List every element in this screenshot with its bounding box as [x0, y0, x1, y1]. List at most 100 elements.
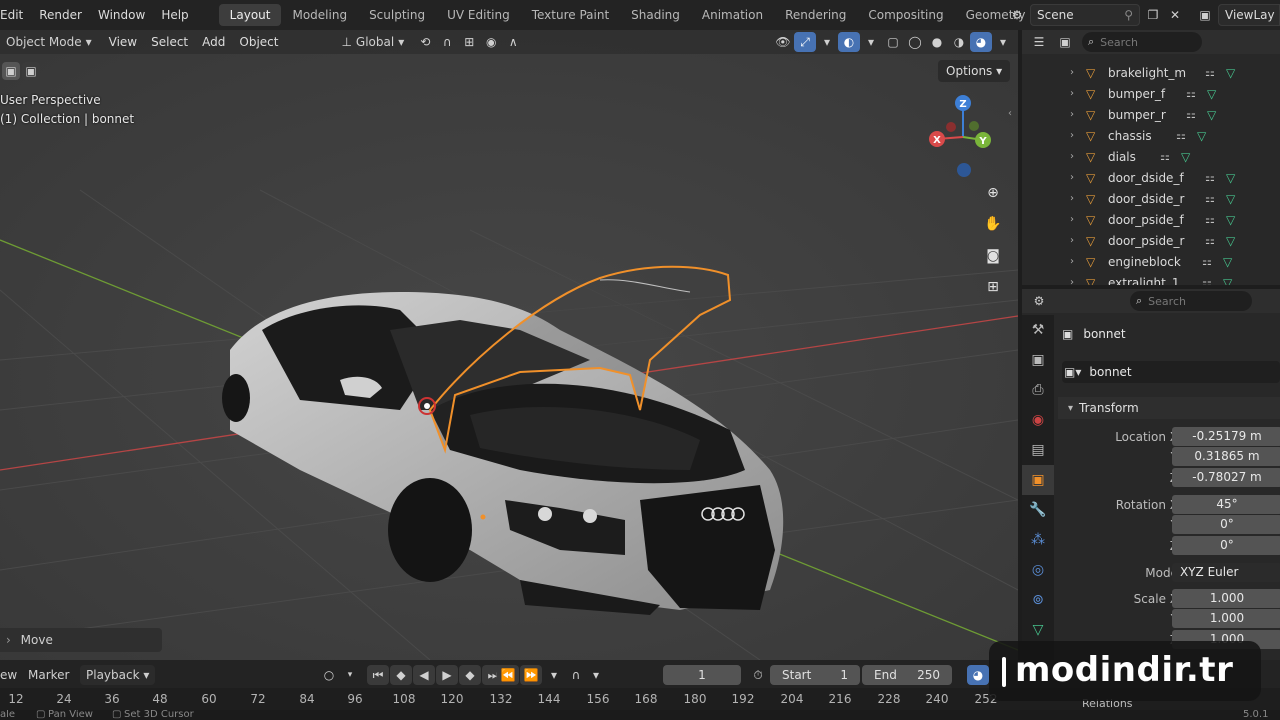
location-z-field[interactable]: -0.78027 m [1172, 468, 1280, 487]
delete-scene-icon[interactable]: ✕ [1166, 6, 1184, 24]
chevron-right-icon[interactable]: › [1070, 151, 1086, 162]
particles-tab-icon[interactable]: ⁂ [1022, 525, 1054, 555]
select-box-icon[interactable]: ▣ [2, 62, 20, 80]
tab-modeling[interactable]: Modeling [281, 4, 358, 26]
navigation-gizmo[interactable]: Z X Y [925, 90, 1005, 180]
chevron-right-icon[interactable]: › [1070, 88, 1086, 99]
select-extend-icon[interactable]: ▣ [22, 62, 40, 80]
menu-help[interactable]: Help [153, 0, 196, 30]
object-tab-icon[interactable]: ▣ [1022, 465, 1054, 495]
menu-view[interactable]: View [102, 30, 144, 54]
tab-rendering[interactable]: Rendering [774, 4, 857, 26]
sync-icon[interactable]: ◕ [967, 665, 989, 685]
list-item[interactable]: › ▽ door_pside_f ⚏ ▽ [1022, 209, 1280, 230]
display-mode-icon[interactable]: ▣ [1056, 33, 1074, 51]
overlay-toggle-icon[interactable]: ◐ [838, 32, 860, 52]
material-shading-icon[interactable]: ◑ [948, 32, 970, 52]
properties-search-input[interactable]: ⌕ Search [1130, 291, 1252, 311]
stopwatch-icon[interactable]: ⏱ [749, 666, 767, 684]
view-layer-field[interactable]: ViewLay [1218, 4, 1280, 26]
pan-hand-icon[interactable]: ✋ [980, 211, 1006, 237]
menu-window[interactable]: Window [90, 0, 153, 30]
end-frame-field[interactable]: End 250 [862, 665, 952, 685]
rendered-shading-icon[interactable]: ◕ [970, 32, 992, 52]
proportional-edit-icon[interactable]: ◉ [480, 32, 502, 52]
gizmo-toggle-icon[interactable]: ⤢ [794, 32, 816, 52]
menu-edit[interactable]: Edit [0, 0, 31, 30]
sidebar-toggle-icon[interactable]: ‹ [1008, 108, 1012, 119]
snap-icon[interactable]: ∩ [565, 665, 587, 685]
object-type-icon[interactable]: ▣▾ [1064, 365, 1081, 379]
collection-tab-icon[interactable]: ▤ [1022, 435, 1054, 465]
chevron-right-icon[interactable]: › [1070, 214, 1086, 225]
chevron-down-icon[interactable]: ▾ [992, 32, 1014, 52]
location-y-field[interactable]: 0.31865 m [1172, 447, 1280, 466]
list-item[interactable]: › ▽ bumper_f ⚏ ▽ [1022, 83, 1280, 104]
object-name-field[interactable]: ▣▾ bonnet [1062, 361, 1280, 383]
tab-shading[interactable]: Shading [620, 4, 691, 26]
scene-field[interactable]: Scene ⚲ [1030, 4, 1140, 26]
list-item[interactable]: › ▽ chassis ⚏ ▽ [1022, 125, 1280, 146]
menu-object[interactable]: Object [232, 30, 285, 54]
play-reverse-icon[interactable]: ◀ [413, 665, 435, 685]
prev-keyframe-icon[interactable]: ◆ [390, 665, 412, 685]
orientation-dropdown[interactable]: ⊥ Global ▾ [335, 32, 410, 52]
tab-texture-paint[interactable]: Texture Paint [521, 4, 620, 26]
tab-sculpting[interactable]: Sculpting [358, 4, 436, 26]
outliner-editor-type-icon[interactable]: ☰ [1030, 33, 1048, 51]
next-keyframe-icon[interactable]: ◆ [459, 665, 481, 685]
chevron-right-icon[interactable]: › [1070, 109, 1086, 120]
current-frame-field[interactable]: 1 [663, 665, 741, 685]
jump-start-icon[interactable]: ⏮ [367, 665, 389, 685]
chevron-right-icon[interactable]: › [1070, 193, 1086, 204]
new-scene-icon[interactable]: ❐ [1144, 6, 1162, 24]
menu-select[interactable]: Select [144, 30, 195, 54]
snap-target-icon[interactable]: ⊞ [458, 32, 480, 52]
scene-icon[interactable]: ⚙ [1008, 6, 1026, 24]
tab-animation[interactable]: Animation [691, 4, 774, 26]
last-operator-panel[interactable]: › Move [0, 628, 162, 652]
chevron-right-icon[interactable]: › [1070, 277, 1086, 285]
autokey-icon[interactable]: ○ [320, 666, 338, 684]
wireframe-shading-icon[interactable]: ◯ [904, 32, 926, 52]
mode-dropdown[interactable]: Object Mode ▾ [0, 32, 98, 52]
scale-x-field[interactable]: 1.000 [1172, 589, 1280, 608]
zoom-icon[interactable]: ⊕ [980, 180, 1006, 206]
location-x-field[interactable]: -0.25179 m [1172, 427, 1280, 446]
tab-uv-editing[interactable]: UV Editing [436, 4, 521, 26]
list-item[interactable]: › ▽ extralight_1 ⚏ ▽ [1022, 272, 1280, 286]
solid-shading-icon[interactable]: ● [926, 32, 948, 52]
transform-section-header[interactable]: ▾ Transform [1058, 397, 1280, 419]
list-item[interactable]: › ▽ door_dside_f ⚏ ▽ [1022, 167, 1280, 188]
list-item[interactable]: › ▽ engineblock ⚏ ▽ [1022, 251, 1280, 272]
snap-icon[interactable]: ∩ [436, 32, 458, 52]
physics-tab-icon[interactable]: ◎ [1022, 555, 1054, 585]
falloff-icon[interactable]: ∧ [502, 32, 524, 52]
chevron-right-icon[interactable]: › [1070, 172, 1086, 183]
visibility-icon[interactable]: 👁 [772, 32, 794, 52]
chevron-down-icon[interactable]: ▾ [585, 665, 607, 685]
play-icon[interactable]: ▶ [436, 665, 458, 685]
chevron-right-icon[interactable]: › [1070, 235, 1086, 246]
chevron-down-icon[interactable]: ▾ [860, 32, 882, 52]
scale-y-field[interactable]: 1.000 [1172, 609, 1280, 628]
chevron-right-icon[interactable]: › [1070, 256, 1086, 267]
list-item[interactable]: › ▽ dials ⚏ ▽ [1022, 146, 1280, 167]
chevron-down-icon[interactable]: ▾ [341, 666, 359, 684]
modifier-tab-icon[interactable]: 🔧 [1022, 495, 1054, 525]
list-item[interactable]: › ▽ door_pside_r ⚏ ▽ [1022, 230, 1280, 251]
chevron-down-icon[interactable]: ▾ [543, 665, 565, 685]
menu-render[interactable]: Render [31, 0, 90, 30]
constraints-tab-icon[interactable]: ⊚ [1022, 585, 1054, 615]
next-marker-icon[interactable]: ⏩ [520, 665, 542, 685]
world-tab-icon[interactable]: ◉ [1022, 405, 1054, 435]
tool-tab-icon[interactable]: ⚒ [1022, 315, 1054, 345]
pin-icon[interactable]: ⚲ [1124, 8, 1133, 22]
playback-dropdown[interactable]: Playback ▾ [80, 665, 156, 685]
rotation-y-field[interactable]: 0° [1172, 515, 1280, 534]
properties-editor-type-icon[interactable]: ⚙ [1030, 292, 1048, 310]
start-frame-field[interactable]: Start 1 [770, 665, 860, 685]
camera-view-icon[interactable]: ◙ [980, 243, 1006, 269]
prev-marker-icon[interactable]: ⏪ [497, 665, 519, 685]
tab-layout[interactable]: Layout [218, 4, 282, 26]
